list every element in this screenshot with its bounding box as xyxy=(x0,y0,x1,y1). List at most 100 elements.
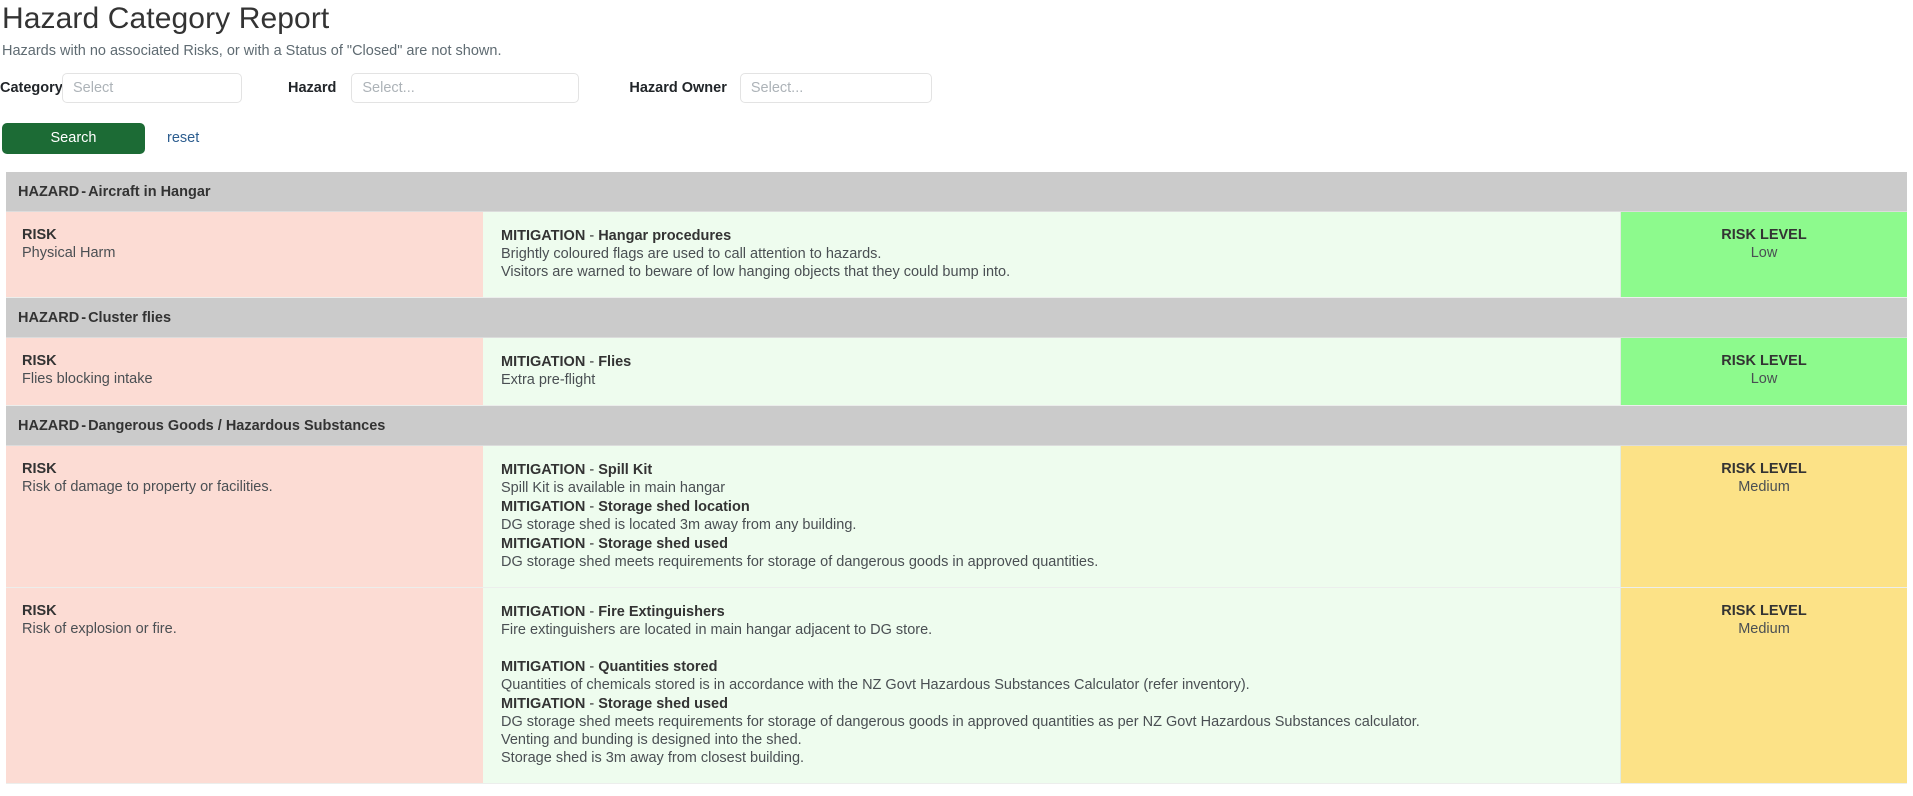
filter-hazard-owner: Hazard Owner Select... xyxy=(629,73,932,103)
mitigation-line: DG storage shed meets requirements for s… xyxy=(501,714,1420,730)
risk-level-value: Low xyxy=(1750,245,1778,261)
risk-cell: RISK Risk of damage to property or facili… xyxy=(6,446,483,587)
hazard-name: Aircraft in Hangar xyxy=(88,183,211,200)
mitigation-separator: - xyxy=(585,536,599,552)
hazard-prefix-label: HAZARD xyxy=(18,417,80,434)
risk-level-heading: RISK LEVEL xyxy=(1721,461,1807,477)
mitigation-title: MITIGATION - Hangar procedures xyxy=(501,226,1604,245)
mitigation-name: Storage shed used xyxy=(598,536,728,552)
hazard-label: Hazard xyxy=(288,80,337,96)
mitigation-name: Spill Kit xyxy=(598,462,653,478)
mitigation-line: DG storage shed is located 3m away from … xyxy=(501,517,857,533)
hazard-group-header: HAZARD - Aircraft in Hangar xyxy=(6,172,1907,212)
hazard-separator: - xyxy=(81,183,87,200)
risk-level-value: Medium xyxy=(1738,479,1790,495)
mitigation-title: MITIGATION - Storage shed used xyxy=(501,534,1604,553)
mitigation-name: Quantities stored xyxy=(598,659,718,675)
category-select[interactable]: Select xyxy=(62,73,242,103)
risk-level-heading: RISK LEVEL xyxy=(1721,603,1807,619)
risk-level-cell: RISK LEVEL Medium xyxy=(1621,588,1907,783)
mitigation-separator: - xyxy=(585,354,599,370)
mitigation-line: DG storage shed meets requirements for s… xyxy=(501,554,1099,570)
risk-heading: RISK xyxy=(22,227,57,243)
mitigation-blank-line xyxy=(501,639,1604,657)
mitigation-block: MITIGATION - Quantities stored Quantities… xyxy=(501,657,1604,694)
hazard-separator: - xyxy=(81,417,87,434)
hazard-name: Dangerous Goods / Hazardous Substances xyxy=(88,417,386,434)
risk-description: Physical Harm xyxy=(22,245,116,261)
mitigation-title: MITIGATION - Spill Kit xyxy=(501,460,1604,479)
mitigation-block: MITIGATION - Fire Extinguishers Fire exti… xyxy=(501,602,1604,657)
mitigation-prefix-label: MITIGATION xyxy=(501,228,586,244)
category-label: Category xyxy=(0,80,63,96)
risk-level-heading: RISK LEVEL xyxy=(1721,353,1807,369)
hazard-separator: - xyxy=(81,309,87,326)
mitigation-prefix-label: MITIGATION xyxy=(501,499,586,515)
page-title: Hazard Category Report xyxy=(2,2,330,35)
mitigation-cell: MITIGATION - Flies Extra pre-flight xyxy=(483,338,1621,405)
hazard-owner-label: Hazard Owner xyxy=(629,80,727,96)
hazard-owner-select[interactable]: Select... xyxy=(739,73,932,103)
mitigation-cell: MITIGATION - Spill Kit Spill Kit is avail… xyxy=(483,446,1621,587)
risk-row: RISK Risk of explosion or fire. MITIGATION… xyxy=(6,588,1907,784)
risk-heading: RISK xyxy=(22,603,57,619)
mitigation-separator: - xyxy=(585,499,599,515)
risk-level-value: Low xyxy=(1750,371,1778,387)
mitigation-prefix-label: MITIGATION xyxy=(501,659,586,675)
mitigation-name: Fire Extinguishers xyxy=(598,604,725,620)
risk-level-cell: RISK LEVEL Low xyxy=(1621,212,1907,297)
risk-description: Flies blocking intake xyxy=(22,371,153,387)
risk-level-cell: RISK LEVEL Medium xyxy=(1621,446,1907,587)
mitigation-prefix-label: MITIGATION xyxy=(501,354,586,370)
mitigation-title: MITIGATION - Storage shed used xyxy=(501,694,1604,713)
mitigation-title: MITIGATION - Flies xyxy=(501,352,1604,371)
mitigation-line: Fire extinguishers are located in main h… xyxy=(501,622,933,638)
risk-row: RISK Risk of damage to property or facili… xyxy=(6,446,1907,588)
mitigation-title: MITIGATION - Fire Extinguishers xyxy=(501,602,1604,621)
mitigation-separator: - xyxy=(585,696,599,712)
mitigation-line: Storage shed is 3m away from closest bui… xyxy=(501,750,805,766)
mitigation-separator: - xyxy=(585,228,599,244)
risk-cell: RISK Flies blocking intake xyxy=(6,338,483,405)
reset-link[interactable]: reset xyxy=(167,130,199,146)
risk-heading: RISK xyxy=(22,461,57,477)
filter-category: Category Select xyxy=(0,73,242,103)
hazard-prefix-label: HAZARD xyxy=(18,309,80,326)
mitigation-prefix-label: MITIGATION xyxy=(501,604,586,620)
risk-heading: RISK xyxy=(22,353,57,369)
mitigation-line: Visitors are warned to beware of low han… xyxy=(501,264,1011,280)
mitigation-separator: - xyxy=(585,462,599,478)
risk-row: RISK Flies blocking intake MITIGATION - Fl… xyxy=(6,338,1907,406)
search-button[interactable]: Search xyxy=(2,122,145,154)
risk-level-cell: RISK LEVEL Low xyxy=(1621,338,1907,405)
hazard-select[interactable]: Select... xyxy=(351,73,580,103)
filter-hazard: Hazard Select... xyxy=(288,73,580,103)
mitigation-line: Brightly coloured flags are used to call… xyxy=(501,246,882,262)
risk-cell: RISK Physical Harm xyxy=(6,212,483,297)
mitigation-separator: - xyxy=(585,604,599,620)
mitigation-line: Venting and bunding is designed into the… xyxy=(501,732,802,748)
mitigation-line: Quantities of chemicals stored is in acc… xyxy=(501,677,1250,693)
hazard-name: Cluster flies xyxy=(88,309,172,326)
mitigation-line: Spill Kit is available in main hangar xyxy=(501,480,726,496)
mitigation-block: MITIGATION - Spill Kit Spill Kit is avail… xyxy=(501,460,1604,497)
page-subtitle: Hazards with no associated Risks, or wit… xyxy=(2,43,502,59)
mitigation-prefix-label: MITIGATION xyxy=(501,462,586,478)
mitigation-prefix-label: MITIGATION xyxy=(501,536,586,552)
mitigation-block: MITIGATION - Hangar procedures Brightly c… xyxy=(501,226,1604,281)
mitigation-cell: MITIGATION - Fire Extinguishers Fire exti… xyxy=(483,588,1621,783)
mitigation-separator: - xyxy=(585,659,599,675)
risk-cell: RISK Risk of explosion or fire. xyxy=(6,588,483,783)
risk-row: RISK Physical Harm MITIGATION - Hangar pro… xyxy=(6,212,1907,298)
mitigation-name: Storage shed used xyxy=(598,696,728,712)
mitigation-name: Storage shed location xyxy=(598,499,750,515)
mitigation-line: Extra pre-flight xyxy=(501,372,596,388)
mitigation-name: Flies xyxy=(598,354,632,370)
mitigation-block: MITIGATION - Flies Extra pre-flight xyxy=(501,352,1604,389)
mitigation-block: MITIGATION - Storage shed used DG storage… xyxy=(501,534,1604,571)
mitigation-block: MITIGATION - Storage shed used DG storage… xyxy=(501,694,1604,767)
hazard-category-report-page: Hazard Category Report Hazards with no a… xyxy=(0,0,1913,796)
mitigation-block: MITIGATION - Storage shed location DG sto… xyxy=(501,497,1604,534)
risk-level-value: Medium xyxy=(1738,621,1790,637)
mitigation-title: MITIGATION - Storage shed location xyxy=(501,497,1604,516)
